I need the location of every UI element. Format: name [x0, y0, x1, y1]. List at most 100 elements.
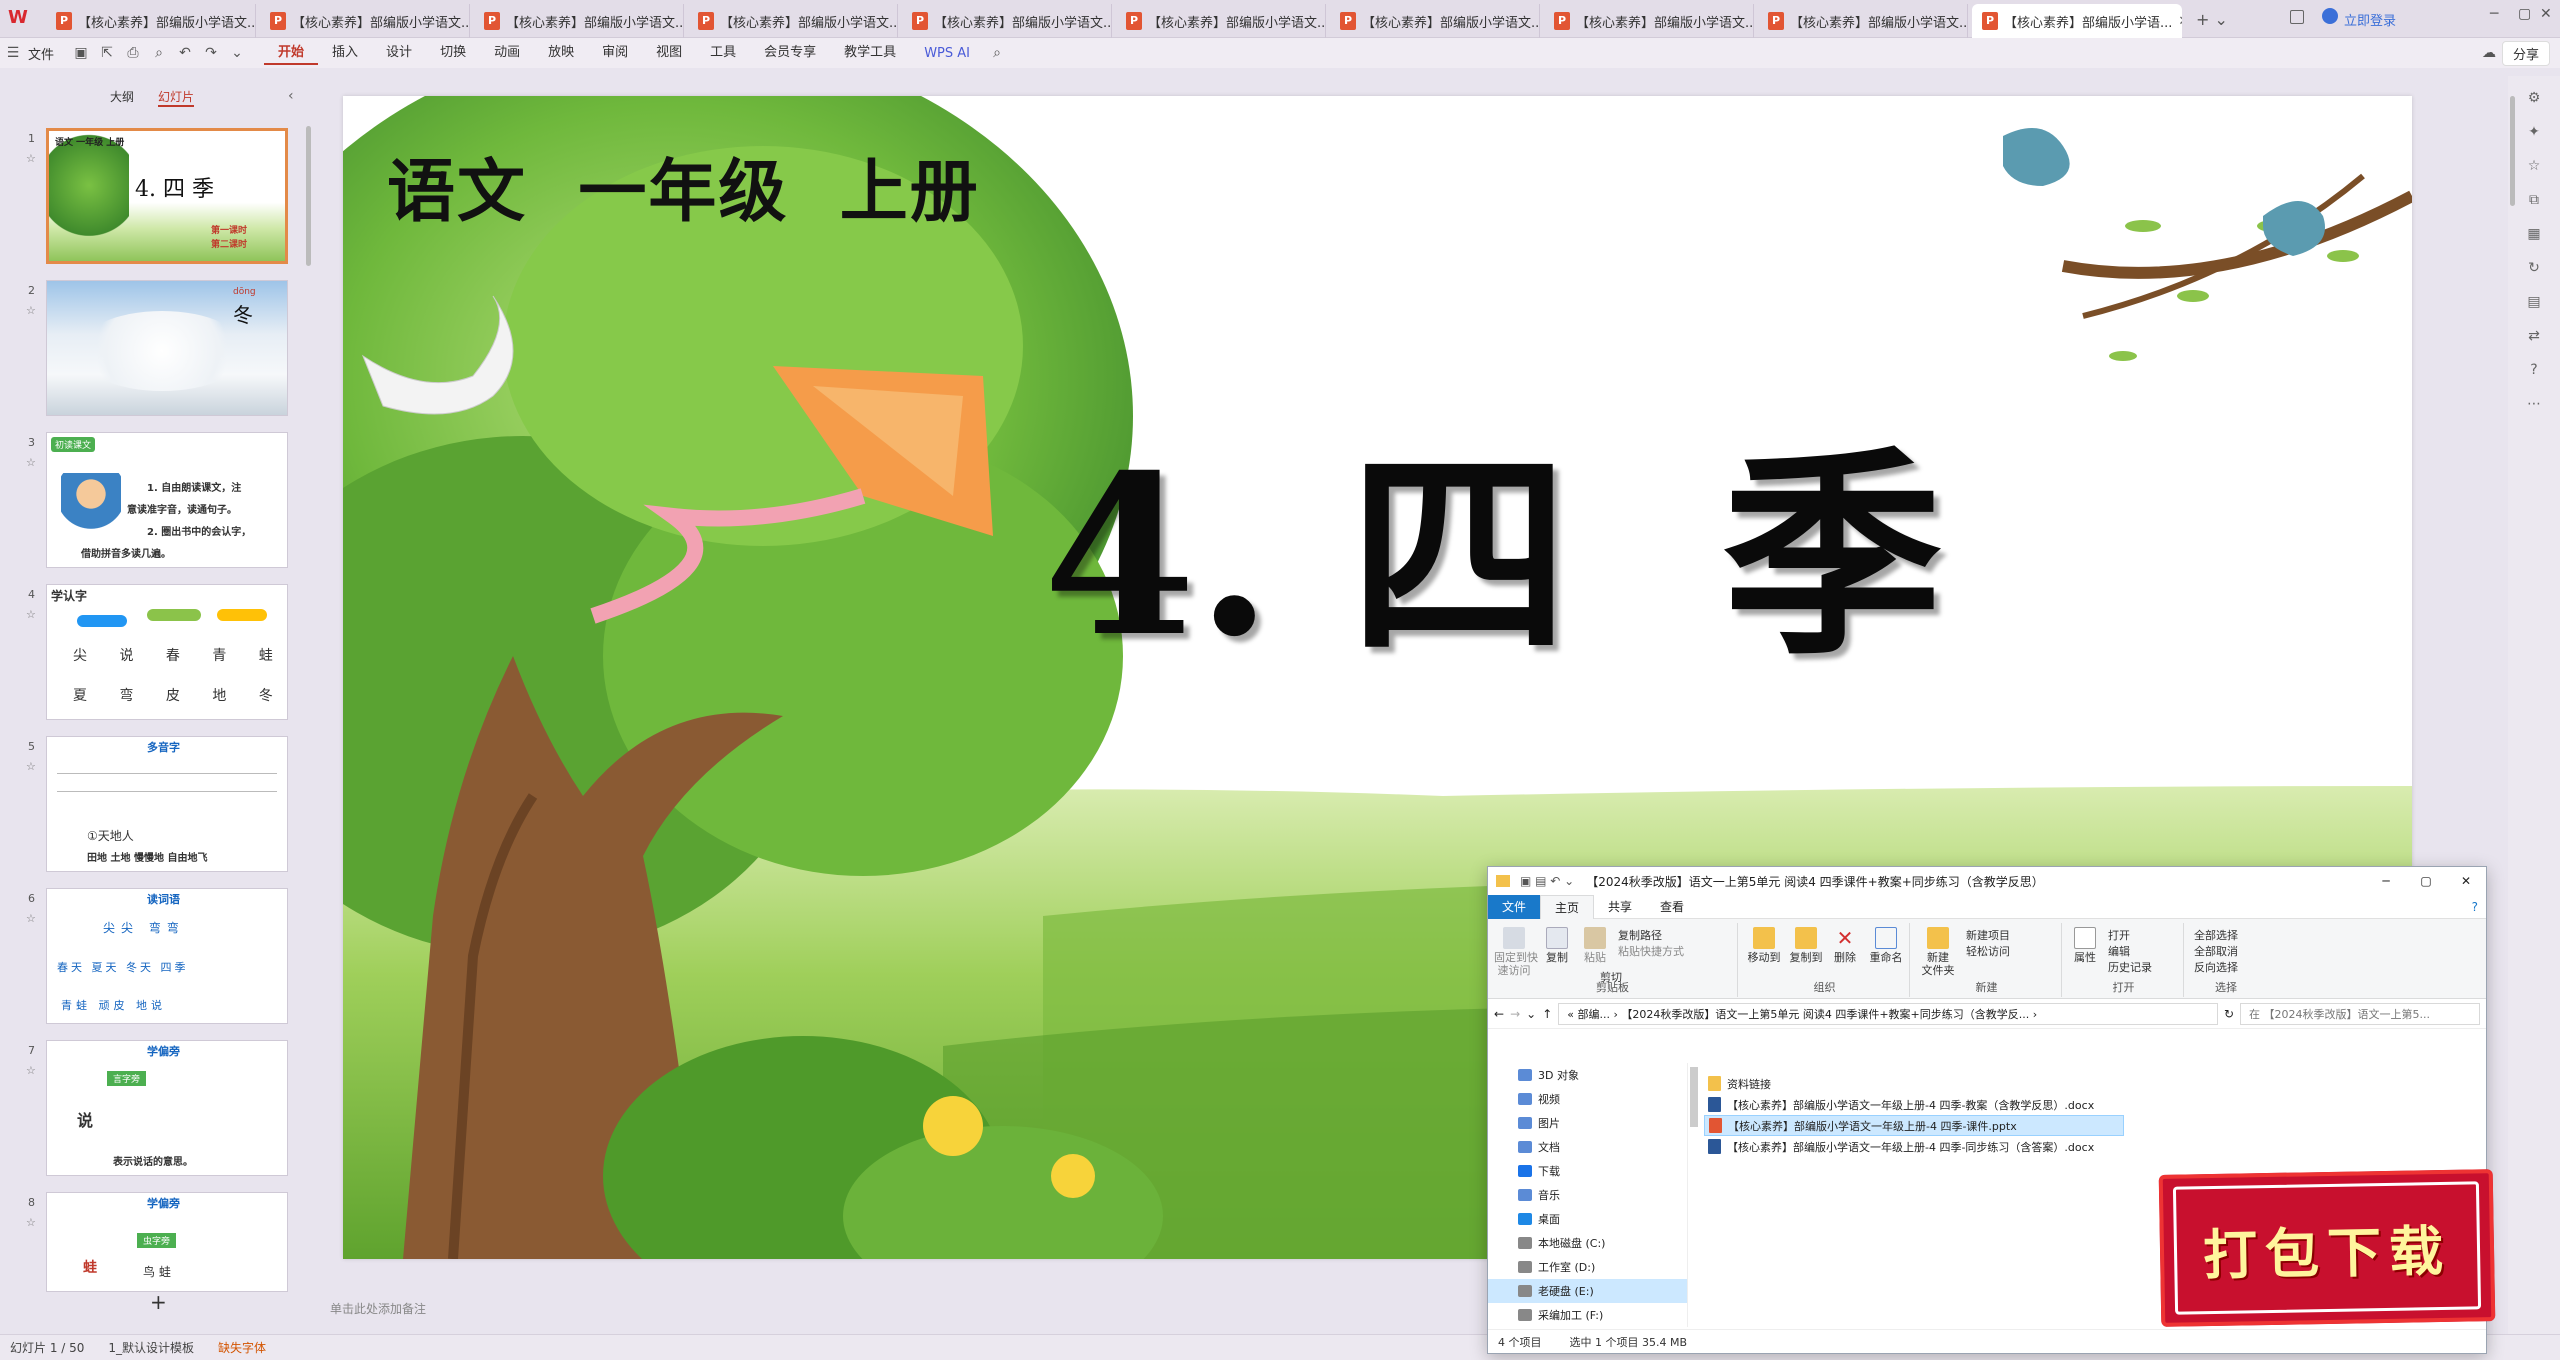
- star-icon[interactable]: ☆: [26, 456, 36, 469]
- thumbnail-row[interactable]: 4 ☆ 学认字 尖 说 春 青 蛙 夏 弯 皮 地 冬: [0, 584, 300, 724]
- menu-tab[interactable]: 动画: [480, 41, 534, 65]
- new-tab-button[interactable]: + ⌄: [2196, 10, 2228, 29]
- missing-font-warning[interactable]: 缺失字体: [218, 1339, 266, 1356]
- file-item[interactable]: 【核心素养】部编版小学语文一年级上册-4 四季-教案（含教学反思）.docx: [1704, 1094, 2404, 1115]
- up-icon[interactable]: ↑: [1542, 1007, 1552, 1021]
- help-icon[interactable]: ?: [2522, 358, 2546, 382]
- document-tab[interactable]: P 【核心素养】部编版小学语文...: [1116, 4, 1326, 38]
- edit-button[interactable]: 编辑: [2108, 943, 2130, 959]
- magic-icon[interactable]: ✦: [2522, 120, 2546, 144]
- document-tab[interactable]: P 【核心素养】部编版小学语... ✕: [1972, 4, 2182, 38]
- minimize-button[interactable]: ─: [2490, 6, 2498, 22]
- download-package-stamp[interactable]: 打包下载: [2158, 1169, 2496, 1327]
- paste-button[interactable]: 粘贴: [1580, 927, 1610, 964]
- document-tab[interactable]: P 【核心素养】部编版小学语文...: [1330, 4, 1540, 38]
- copy-path-button[interactable]: 复制路径: [1618, 927, 1662, 943]
- preview-icon[interactable]: ⌕: [149, 43, 169, 63]
- star-icon[interactable]: ☆: [26, 304, 36, 317]
- ribbon-tab-view[interactable]: 查看: [1646, 895, 1698, 919]
- refresh-icon[interactable]: ↻: [2224, 1007, 2234, 1021]
- star-icon[interactable]: ☆: [26, 760, 36, 773]
- menu-tab[interactable]: 教学工具: [830, 41, 910, 65]
- menu-tab[interactable]: 插入: [318, 41, 372, 65]
- transition-icon[interactable]: ⇄: [2522, 324, 2546, 348]
- explorer-minimize-button[interactable]: ─: [2366, 874, 2406, 888]
- nav-scrollbar[interactable]: [1690, 1067, 1698, 1127]
- properties-button[interactable]: 属性: [2070, 927, 2100, 964]
- tab-outline[interactable]: 大纲: [110, 88, 134, 107]
- avatar[interactable]: [2322, 8, 2338, 24]
- slide-title[interactable]: 4. 四 季: [1043, 446, 1942, 666]
- thumbnail-row[interactable]: 3 ☆ 初读课文 1. 自由朗读课文，注 意读准字音，读通句子。 2. 圈出书中…: [0, 432, 300, 572]
- menu-tab[interactable]: 设计: [372, 41, 426, 65]
- animation-icon[interactable]: ↻: [2522, 256, 2546, 280]
- copy-icon[interactable]: ⧉: [2522, 188, 2546, 212]
- maximize-button[interactable]: ▢: [2518, 6, 2531, 22]
- pin-button[interactable]: 固定到快 速访问: [1494, 927, 1538, 977]
- nav-item[interactable]: 工作室 (D:): [1488, 1255, 1687, 1279]
- export-icon[interactable]: ⇱: [97, 43, 117, 63]
- menu-tab[interactable]: 放映: [534, 41, 588, 65]
- print-icon[interactable]: ⎙: [123, 43, 143, 63]
- add-slide-button[interactable]: +: [150, 1290, 167, 1314]
- star-icon[interactable]: ☆: [26, 1216, 36, 1229]
- menu-tab[interactable]: 审阅: [588, 41, 642, 65]
- layout-icon[interactable]: ▦: [2522, 222, 2546, 246]
- slide-subject-heading[interactable]: 语文 一年级 上册: [387, 136, 980, 235]
- new-item-button[interactable]: 新建项目: [1966, 927, 2010, 943]
- save-icon[interactable]: ▣: [71, 43, 91, 63]
- recent-icon[interactable]: ⌄: [1526, 1007, 1536, 1021]
- tab-slides[interactable]: 幻灯片: [158, 88, 195, 107]
- search-icon[interactable]: ⌕: [987, 43, 1007, 63]
- ribbon-tab-home[interactable]: 主页: [1540, 894, 1595, 919]
- nav-item[interactable]: 视频: [1488, 1087, 1687, 1111]
- template-name[interactable]: 1_默认设计模板: [108, 1339, 194, 1356]
- file-item[interactable]: 【核心素养】部编版小学语文一年级上册-4 四季-课件.pptx: [1704, 1115, 2124, 1136]
- star-icon[interactable]: ☆: [26, 152, 36, 165]
- document-tab[interactable]: P 【核心素养】部编版小学语文...: [474, 4, 684, 38]
- explorer-titlebar[interactable]: ▣ ▤ ↶ ⌄ 【2024秋季改版】语文一上第5单元 阅读4 四季课件+教案+同…: [1488, 867, 2486, 895]
- document-tab[interactable]: P 【核心素养】部编版小学语文...: [46, 4, 256, 38]
- template-icon[interactable]: ▤: [2522, 290, 2546, 314]
- nav-item[interactable]: 3D 对象: [1488, 1063, 1687, 1087]
- menu-tab[interactable]: 会员专享: [750, 41, 830, 65]
- thumbnail-row[interactable]: 2 ☆ dōng 冬: [0, 280, 300, 420]
- more-icon[interactable]: ⋯: [2522, 392, 2546, 416]
- nav-item[interactable]: 下载: [1488, 1159, 1687, 1183]
- slide-thumbnail-7[interactable]: 学偏旁 言字旁 说 表示说话的意思。: [46, 1040, 288, 1176]
- menu-tab[interactable]: 视图: [642, 41, 696, 65]
- move-to-button[interactable]: 移动到: [1746, 927, 1782, 964]
- forward-icon[interactable]: →: [1510, 1007, 1520, 1021]
- document-tab[interactable]: P 【核心素养】部编版小学语文...: [260, 4, 470, 38]
- star-icon[interactable]: ☆: [26, 912, 36, 925]
- thumbnail-row[interactable]: 1 ☆ 语文 一年级 上册 4. 四 季 第一课时 第二课时: [0, 128, 300, 268]
- menu-tab[interactable]: 切换: [426, 41, 480, 65]
- thumbnail-row[interactable]: 7 ☆ 学偏旁 言字旁 说 表示说话的意思。: [0, 1040, 300, 1180]
- nav-item[interactable]: 老硬盘 (E:): [1488, 1279, 1687, 1303]
- menu-tab[interactable]: 开始: [264, 41, 319, 65]
- cloud-sync-icon[interactable]: ☁: [2479, 43, 2499, 63]
- slide-thumbnail-5[interactable]: 多音字 ①天地人 田地 土地 慢慢地 自由地飞: [46, 736, 288, 872]
- close-button[interactable]: ✕: [2540, 6, 2552, 22]
- slide-thumbnail-8[interactable]: 学偏旁 虫字旁 蛙 鸟 蛙: [46, 1192, 288, 1292]
- slide-thumbnail-3[interactable]: 初读课文 1. 自由朗读课文，注 意读准字音，读通句子。 2. 圈出书中的会认字…: [46, 432, 288, 568]
- undo-icon[interactable]: ↶: [175, 43, 195, 63]
- address-bar[interactable]: « 部编... › 【2024秋季改版】语文一上第5单元 阅读4 四季课件+教案…: [1558, 1002, 2218, 1025]
- thumbnail-row[interactable]: 5 ☆ 多音字 ①天地人 田地 土地 慢慢地 自由地飞: [0, 736, 300, 876]
- paste-shortcut-button[interactable]: 粘贴快捷方式: [1618, 943, 1684, 959]
- ribbon-tab-file[interactable]: 文件: [1488, 894, 1541, 919]
- quick-access-icons[interactable]: ▣ ▤ ↶ ⌄: [1520, 874, 1574, 888]
- thumb-scrollbar[interactable]: [306, 126, 311, 266]
- thumbnail-row[interactable]: 6 ☆ 读词语 尖尖 弯弯 春天 夏天 冬天 四季 青蛙 顽皮 地说: [0, 888, 300, 1028]
- slide-thumbnail-4[interactable]: 学认字 尖 说 春 青 蛙 夏 弯 皮 地 冬: [46, 584, 288, 720]
- easy-access-button[interactable]: 轻松访问: [1966, 943, 2010, 959]
- new-folder-button[interactable]: 新建 文件夹: [1918, 927, 1958, 977]
- nav-item[interactable]: 音乐: [1488, 1183, 1687, 1207]
- delete-button[interactable]: ✕ 删除: [1830, 927, 1860, 964]
- slide-thumbnail-2[interactable]: dōng 冬: [46, 280, 288, 416]
- document-tab[interactable]: P 【核心素养】部编版小学语文...: [1758, 4, 1968, 38]
- copy-to-button[interactable]: 复制到: [1788, 927, 1824, 964]
- select-all-button[interactable]: 全部选择: [2194, 927, 2238, 943]
- hamburger-icon[interactable]: ☰: [3, 43, 23, 63]
- wps-ai-button[interactable]: WPS AI: [910, 46, 984, 61]
